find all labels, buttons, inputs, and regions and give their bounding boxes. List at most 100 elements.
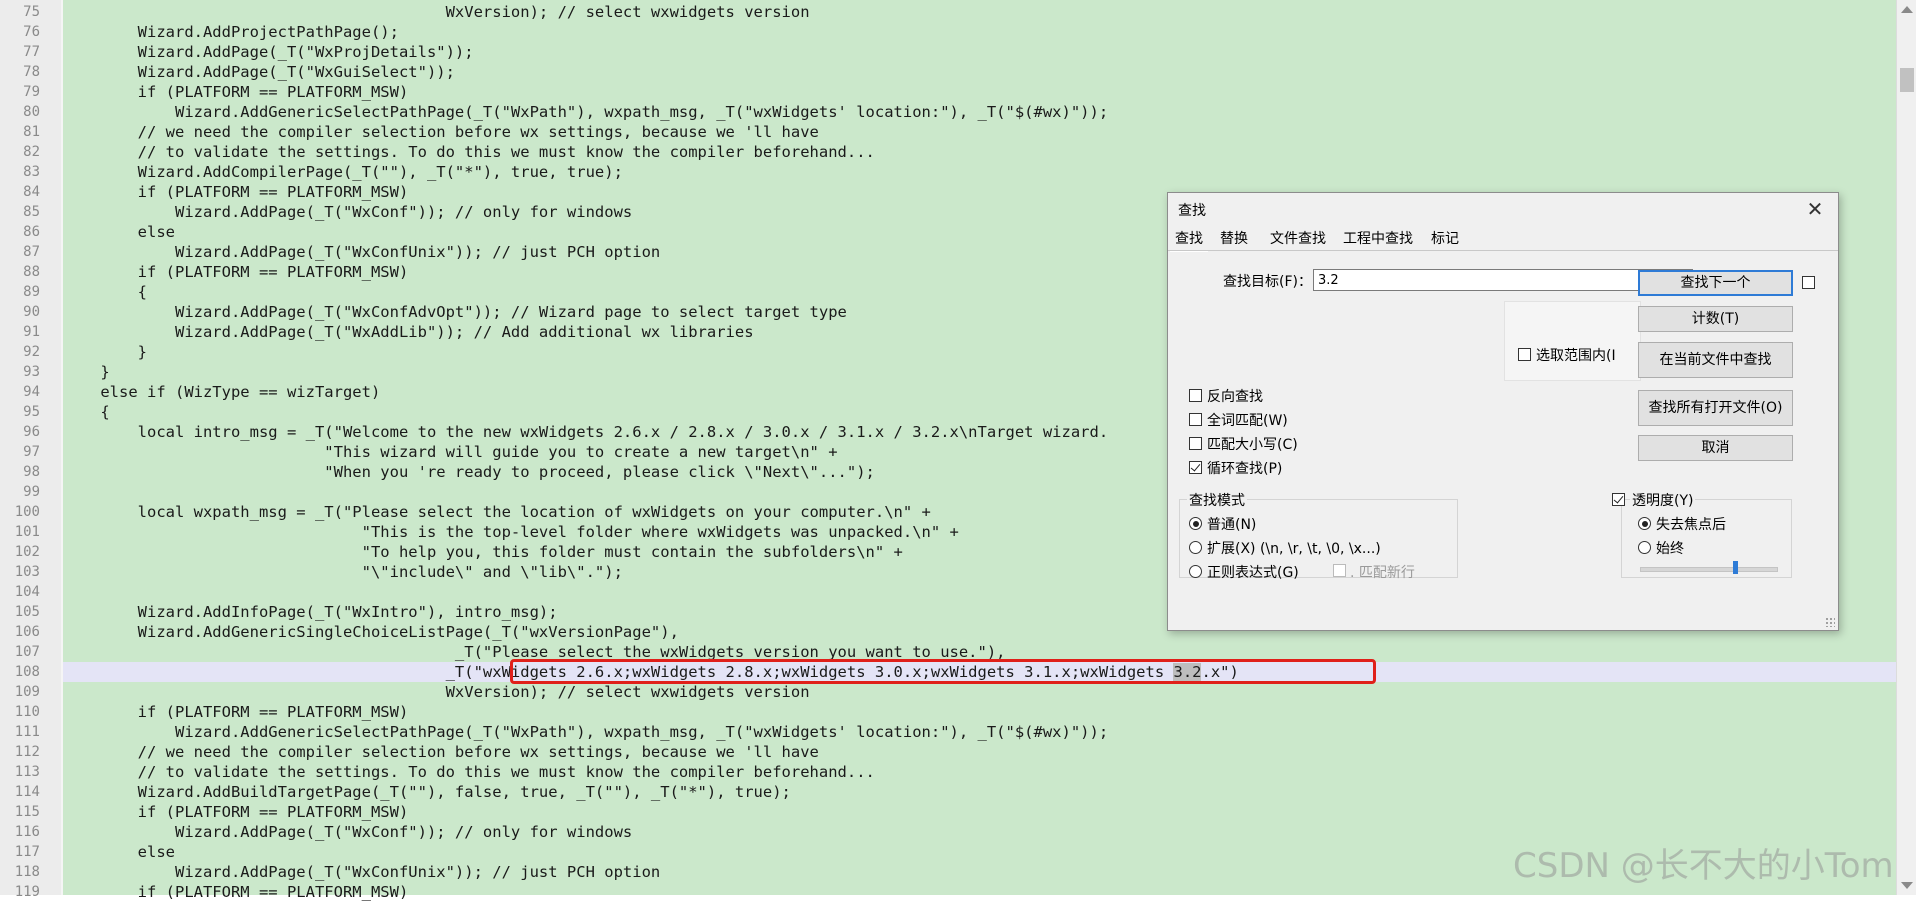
code-line[interactable]: else (63, 842, 175, 862)
code-line[interactable]: Wizard.AddGenericSingleChoiceListPage(_T… (63, 622, 679, 642)
line-number: 82 (23, 144, 40, 160)
line-number: 102 (14, 544, 40, 560)
tab-find[interactable]: 查找 (1170, 228, 1208, 252)
line-number: 113 (14, 764, 40, 780)
trans-always-radio[interactable] (1638, 541, 1651, 554)
mode-normal-radio[interactable] (1189, 517, 1202, 530)
code-line[interactable]: Wizard.AddBuildTargetPage(_T(""), false,… (63, 782, 791, 802)
resize-grip-icon[interactable] (1825, 617, 1835, 627)
code-line[interactable]: // to validate the settings. To do this … (63, 762, 875, 782)
code-line[interactable]: Wizard.AddPage(_T("WxConf")); // only fo… (63, 822, 632, 842)
line-number: 75 (23, 4, 40, 20)
code-line[interactable]: { (63, 402, 109, 422)
code-line[interactable]: // we need the compiler selection before… (63, 122, 819, 142)
line-number: 101 (14, 524, 40, 540)
transparency-slider[interactable] (1640, 567, 1778, 572)
code-line[interactable]: WxVersion); // select wxwidgets version (63, 2, 810, 22)
code-line[interactable]: Wizard.AddGenericSelectPathPage(_T("WxPa… (63, 102, 1108, 122)
line-number: 95 (23, 404, 40, 420)
code-line[interactable]: Wizard.AddProjectPathPage(); (63, 22, 399, 42)
count-button[interactable]: 计数(T) (1638, 306, 1793, 332)
mode-extended-label: 扩展(X) (\n, \r, \t, \0, \x...) (1207, 541, 1381, 557)
code-line[interactable]: Wizard.AddPage(_T("WxAddLib")); // Add a… (63, 322, 754, 342)
line-number: 110 (14, 704, 40, 720)
code-line[interactable]: if (PLATFORM == PLATFORM_MSW) (63, 702, 409, 722)
line-number: 98 (23, 464, 40, 480)
code-line[interactable]: "This is the top-level folder where wxWi… (63, 522, 959, 542)
code-line[interactable]: Wizard.AddPage(_T("WxConfAdvOpt")); // W… (63, 302, 847, 322)
code-line[interactable]: local intro_msg = _T("Welcome to the new… (63, 422, 1109, 442)
code-line[interactable]: "\"include\" and \"lib\"."); (63, 562, 623, 582)
code-line[interactable]: { (63, 282, 147, 302)
scroll-thumb[interactable] (1900, 68, 1914, 92)
line-number: 87 (23, 244, 40, 260)
code-line[interactable]: Wizard.AddPage(_T("WxProjDetails")); (63, 42, 474, 62)
wrap-around-checkbox[interactable] (1189, 461, 1202, 474)
line-number: 100 (14, 504, 40, 520)
line-number: 106 (14, 624, 40, 640)
scroll-up-icon[interactable] (1901, 6, 1913, 13)
line-number: 105 (14, 604, 40, 620)
code-line[interactable]: if (PLATFORM == PLATFORM_MSW) (63, 882, 409, 902)
code-line[interactable]: "When you 're ready to proceed, please c… (63, 462, 875, 482)
tab-replace[interactable]: 替换 (1215, 228, 1253, 250)
mode-regex-radio[interactable] (1189, 565, 1202, 578)
find-next-button[interactable]: 查找下一个 (1638, 270, 1793, 296)
mode-extended-radio[interactable] (1189, 541, 1202, 554)
find-all-open-files-button[interactable]: 查找所有打开文件(O) (1638, 390, 1793, 426)
code-line[interactable]: // we need the compiler selection before… (63, 742, 819, 762)
find-target-value[interactable]: 3.2 (1318, 273, 1339, 288)
code-line[interactable]: Wizard.AddPage(_T("WxConf")); // only fo… (63, 202, 632, 222)
line-number: 93 (23, 364, 40, 380)
line-number: 89 (23, 284, 40, 300)
tab-find-in-project[interactable]: 工程中查找 (1338, 228, 1418, 250)
cancel-button[interactable]: 取消 (1638, 435, 1793, 461)
code-line[interactable]: if (PLATFORM == PLATFORM_MSW) (63, 182, 409, 202)
code-line[interactable]: Wizard.AddInfoPage(_T("WxIntro"), intro_… (63, 602, 558, 622)
code-line[interactable]: Wizard.AddPage(_T("WxConfUnix")); // jus… (63, 862, 660, 882)
line-number: 97 (23, 444, 40, 460)
code-line[interactable]: Wizard.AddPage(_T("WxGuiSelect")); (63, 62, 455, 82)
code-line[interactable]: if (PLATFORM == PLATFORM_MSW) (63, 802, 409, 822)
transparency-checkbox[interactable] (1612, 493, 1625, 506)
line-number: 83 (23, 164, 40, 180)
find-next-extra-checkbox[interactable] (1802, 276, 1815, 289)
code-line[interactable]: Wizard.AddGenericSelectPathPage(_T("WxPa… (63, 722, 1108, 742)
code-line[interactable]: WxVersion); // select wxwidgets version (63, 682, 810, 702)
find-target-combo[interactable]: 3.2 (1313, 269, 1693, 291)
code-line[interactable]: } (63, 342, 147, 362)
match-newline-checkbox[interactable] (1333, 564, 1346, 577)
vertical-scrollbar[interactable] (1896, 0, 1916, 895)
dialog-tabs: 查找 替换 文件查找 工程中查找 标记 (1168, 228, 1838, 252)
transparency-slider-thumb[interactable] (1733, 561, 1739, 574)
line-number: 119 (14, 884, 40, 900)
code-line[interactable]: if (PLATFORM == PLATFORM_MSW) (63, 82, 409, 102)
code-line[interactable]: else if (WizType == wizTarget) (63, 382, 380, 402)
code-line[interactable]: "To help you, this folder must contain t… (63, 542, 903, 562)
in-selection-checkbox[interactable] (1518, 348, 1531, 361)
tab-find-in-files[interactable]: 文件查找 (1265, 228, 1331, 250)
find-in-current-file-button[interactable]: 在当前文件中查找 (1638, 342, 1793, 378)
code-line[interactable]: Wizard.AddCompilerPage(_T(""), _T("*"), … (63, 162, 623, 182)
match-case-checkbox[interactable] (1189, 437, 1202, 450)
code-line[interactable]: } (63, 362, 109, 382)
scroll-down-icon[interactable] (1901, 882, 1913, 889)
trans-on-blur-radio[interactable] (1638, 517, 1651, 530)
whole-word-checkbox[interactable] (1189, 413, 1202, 426)
code-line[interactable]: local wxpath_msg = _T("Please select the… (63, 502, 931, 522)
line-number: 112 (14, 744, 40, 760)
code-line[interactable]: // to validate the settings. To do this … (63, 142, 875, 162)
search-mode-title: 查找模式 (1187, 490, 1247, 510)
reverse-search-checkbox[interactable] (1189, 389, 1202, 402)
code-line[interactable]: if (PLATFORM == PLATFORM_MSW) (63, 262, 409, 282)
line-number: 114 (14, 784, 40, 800)
reverse-search-label: 反向查找 (1207, 389, 1263, 405)
tab-mark[interactable]: 标记 (1426, 228, 1464, 250)
line-number: 86 (23, 224, 40, 240)
line-number: 77 (23, 44, 40, 60)
code-line[interactable]: else (63, 222, 175, 242)
match-case-label: 匹配大小写(C) (1207, 437, 1298, 453)
code-line[interactable]: Wizard.AddPage(_T("WxConfUnix")); // jus… (63, 242, 660, 262)
close-icon[interactable]: ✕ (1800, 195, 1830, 223)
code-line[interactable]: "This wizard will guide you to create a … (63, 442, 837, 462)
